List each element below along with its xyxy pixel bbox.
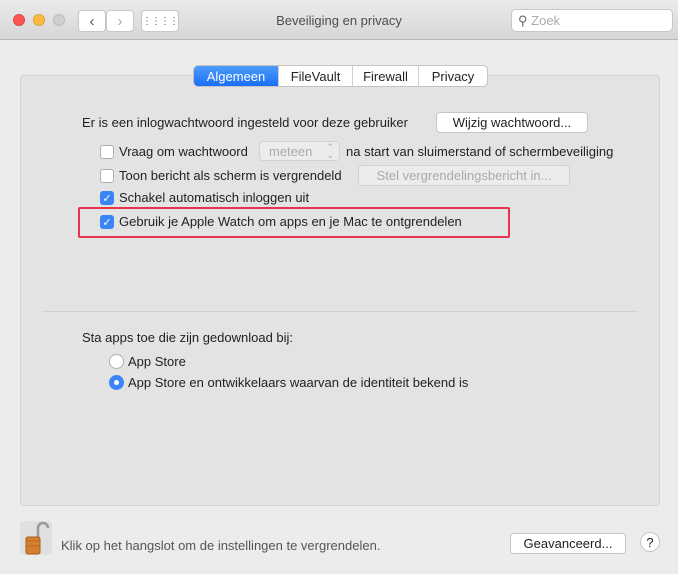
disable-autologin-checkbox[interactable]: ✓ — [100, 191, 114, 205]
radio-app-store-developers-label: App Store en ontwikkelaars waarvan de id… — [128, 375, 469, 390]
show-message-label: Toon bericht als scherm is vergrendeld — [119, 168, 342, 183]
set-lock-message-button[interactable]: Stel vergrendelingsbericht in... — [358, 165, 570, 186]
search-placeholder: Zoek — [531, 13, 561, 28]
disable-autologin-label: Schakel automatisch inloggen uit — [119, 190, 310, 205]
updown-icon: ⌃ ⌄ — [326, 142, 334, 160]
show-message-checkbox[interactable] — [100, 169, 114, 183]
require-password-suffix: na start van sluimerstand of schermbevei… — [346, 144, 614, 159]
lock-button[interactable] — [20, 521, 52, 555]
advanced-button[interactable]: Geavanceerd... — [510, 533, 626, 554]
tab-filevault[interactable]: FileVault — [279, 66, 353, 86]
allow-apps-label: Sta apps toe die zijn gedownload bij: — [82, 330, 294, 345]
search-icon: ⚲ — [518, 13, 528, 28]
radio-app-store-label: App Store — [128, 354, 186, 369]
radio-app-store[interactable] — [109, 354, 124, 369]
require-password-label: Vraag om wachtwoord — [119, 144, 248, 159]
radio-app-store-developers[interactable] — [109, 375, 124, 390]
change-password-button[interactable]: Wijzig wachtwoord... — [436, 112, 588, 133]
checkmark-icon: ✓ — [102, 192, 112, 205]
help-button[interactable]: ? — [640, 532, 660, 552]
apple-watch-checkbox[interactable]: ✓ — [100, 215, 114, 229]
unlocked-padlock-icon — [25, 521, 50, 555]
lock-text: Klik op het hangslot om de instellingen … — [61, 538, 381, 553]
password-text: Er is een inlogwachtwoord ingesteld voor… — [82, 115, 408, 130]
settings-panel — [20, 75, 660, 506]
tab-privacy[interactable]: Privacy — [419, 66, 487, 86]
search-input[interactable]: ⚲ Zoek — [511, 9, 673, 32]
select-value: meteen — [269, 144, 313, 159]
tab-firewall[interactable]: Firewall — [353, 66, 419, 86]
tab-bar: Algemeen FileVault Firewall Privacy — [193, 65, 488, 87]
require-password-checkbox[interactable] — [100, 145, 114, 159]
checkmark-icon: ✓ — [102, 216, 112, 229]
tab-algemeen[interactable]: Algemeen — [194, 66, 279, 86]
require-password-select[interactable]: meteen ⌃ ⌄ — [259, 141, 340, 161]
apple-watch-label: Gebruik je Apple Watch om apps en je Mac… — [119, 214, 462, 229]
divider — [42, 311, 638, 312]
